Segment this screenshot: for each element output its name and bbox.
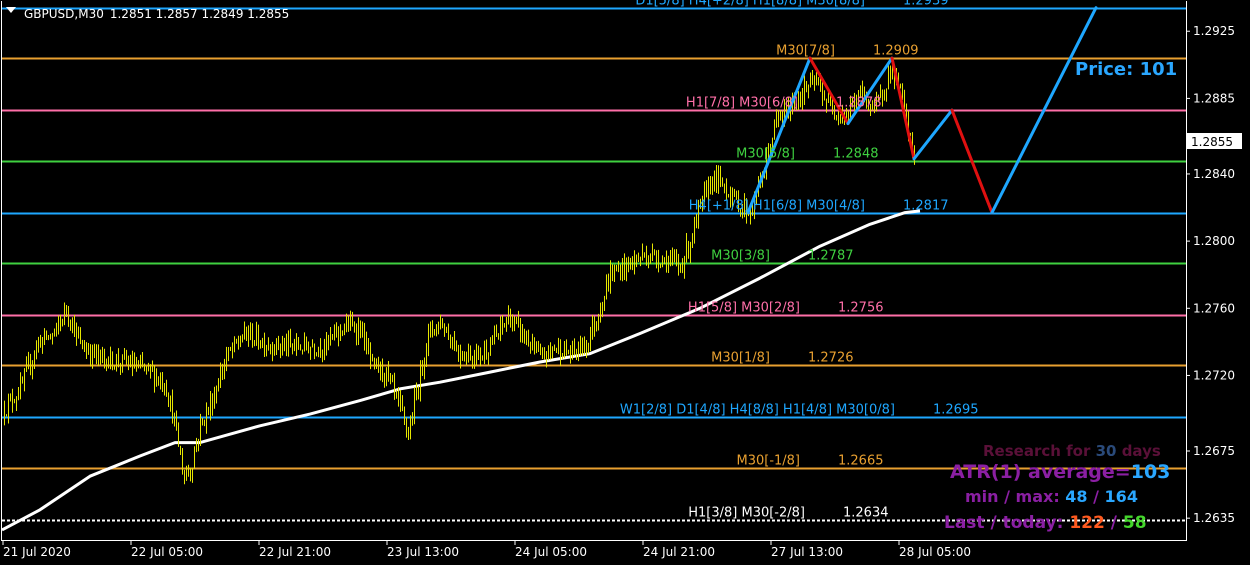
x-tick-label: 21 Jul 2020	[3, 545, 71, 559]
ohlc-values: 1.2851 1.2857 1.2849 1.2855	[110, 7, 289, 21]
symbol-timeframe: GBPUSD,M30	[24, 7, 104, 21]
level-label: M30[7/8]	[776, 44, 835, 59]
level-label: M30[5/8]	[736, 147, 795, 162]
x-tick-label: 22 Jul 05:00	[131, 545, 203, 559]
level-value: 1.2817	[903, 199, 949, 214]
y-tick-label: 1.2760	[1193, 301, 1235, 315]
x-tick-label: 22 Jul 21:00	[259, 545, 331, 559]
x-tick-label: 24 Jul 21:00	[643, 545, 715, 559]
y-tick-label: 1.2720	[1193, 368, 1235, 382]
y-tick-label: 1.2675	[1193, 444, 1235, 458]
level-label: M30[1/8]	[711, 351, 770, 366]
level-label: H1[5/8] M30[2/8]	[688, 301, 800, 316]
y-tick-label: 1.2800	[1193, 234, 1235, 248]
price-label: Price: 101	[1075, 59, 1177, 80]
level-value: 1.2665	[838, 454, 884, 469]
level-value: 1.2787	[808, 249, 854, 264]
level-value: 1.2756	[838, 301, 884, 316]
level-label: M30[3/8]	[711, 249, 770, 264]
min-max-text: min / max: 48 / 164	[965, 487, 1138, 506]
level-value: 1.2848	[833, 147, 879, 162]
level-value: 1.2939	[903, 0, 949, 9]
level-value: 1.2909	[873, 44, 919, 59]
y-tick-label: 1.2885	[1193, 91, 1235, 105]
y-tick-label: 1.2840	[1193, 167, 1235, 181]
svg-text:GBPUSD,M301.2851 1.2857 1.2849: GBPUSD,M30 1.2851 1.2857 1.2849 1.2855	[24, 7, 289, 21]
current-price-marker: 1.2855	[1187, 133, 1242, 149]
y-tick-label: 1.2925	[1193, 24, 1235, 38]
level-label: H4[+1/8] H1[6/8] M30[4/8]	[689, 199, 865, 214]
level-value: 1.2726	[808, 351, 854, 366]
level-label: M30[-1/8]	[736, 454, 800, 469]
atr-average-text: ATR(1) average=103	[950, 461, 1170, 483]
x-tick-label: 27 Jul 13:00	[771, 545, 843, 559]
chart-header: GBPUSD,M30 1.2851 1.2857 1.2849 1.2855	[6, 7, 289, 21]
level-value: 1.2634	[843, 506, 889, 521]
x-tick-label: 23 Jul 13:00	[387, 545, 459, 559]
x-tick-label: 24 Jul 05:00	[515, 545, 587, 559]
x-tick-label: 28 Jul 05:00	[899, 545, 971, 559]
level-label: H1[3/8] M30[-2/8]	[688, 506, 805, 521]
level-label: H1[7/8] M30[6/8]	[686, 96, 798, 111]
price-chart[interactable]: D1[5/8] H4[+2/8] H1[8/8] M30[8/8] 1.2939 M…	[0, 0, 1250, 565]
research-period-text: Research for 30 days	[983, 442, 1161, 460]
level-value: 1.2695	[933, 403, 979, 418]
level-label: W1[2/8] D1[4/8] H4[8/8] H1[4/8] M30[0/8]	[620, 403, 895, 418]
level-label: D1[5/8] H4[+2/8] H1[8/8] M30[8/8]	[635, 0, 865, 9]
level-value: 1.2878	[836, 96, 882, 111]
current-price-label: 1.2855	[1191, 135, 1233, 149]
last-today-text: Last / today: 122 / 58	[944, 513, 1147, 533]
y-tick-label: 1.2635	[1193, 511, 1235, 525]
